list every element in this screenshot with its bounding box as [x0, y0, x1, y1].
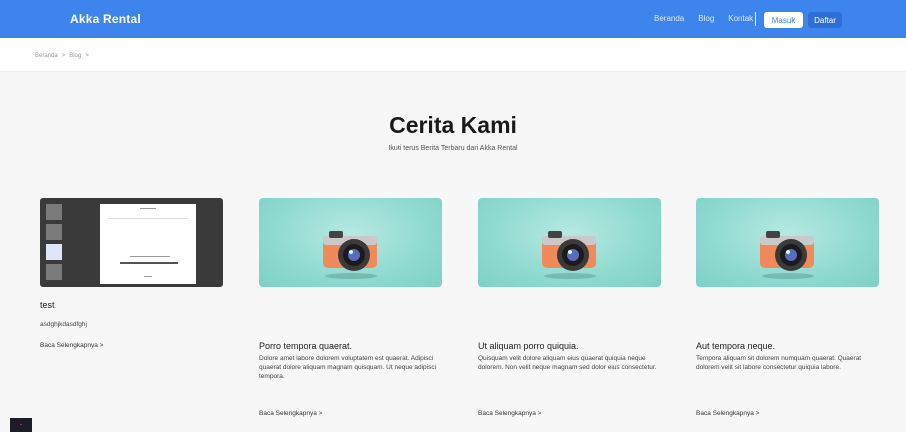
blog-card: Ut aliquam porro quiquia. Quisquam velit…	[478, 198, 661, 417]
register-button[interactable]: Daftar	[808, 12, 842, 28]
nav-link-kontak[interactable]: Kontak	[728, 14, 753, 23]
card-excerpt: Quisquam velit dolore aliquam eius quaer…	[478, 355, 657, 371]
card-title[interactable]: Ut aliquam porro quiquia.	[478, 341, 579, 351]
nav-links: Beranda Blog Kontak	[654, 14, 753, 23]
brand-logo[interactable]: Akka Rental	[70, 12, 141, 26]
card-excerpt: Tempora aliquam sit dolorem numquam quae…	[696, 355, 862, 371]
read-more-link[interactable]: Baca Selengkapnya >	[696, 410, 759, 417]
debug-badge[interactable]: ▪	[10, 418, 32, 432]
card-title[interactable]: Aut tempora neque.	[696, 341, 775, 351]
breadcrumb-home[interactable]: Beranda	[35, 53, 58, 59]
card-excerpt: Dolore amet labore dolorem voluptatem es…	[259, 355, 437, 380]
breadcrumb: Beranda > Blog >	[35, 53, 89, 59]
breadcrumb-separator: >	[61, 53, 66, 59]
blog-card: Porro tempora quaerat. Dolore amet labor…	[259, 198, 442, 417]
page-thumbnail	[46, 244, 62, 260]
blog-card: Aut tempora neque. Tempora aliquam sit d…	[696, 198, 879, 417]
camera-icon	[542, 231, 596, 271]
page-thumbnail	[46, 224, 62, 240]
page-subtitle: Ikuti terus Berita Terbaru dari Akka Ren…	[388, 145, 518, 152]
nav-link-beranda[interactable]: Beranda	[654, 14, 684, 23]
breadcrumb-separator: >	[85, 53, 89, 59]
card-excerpt: asdghjkdasdfghj	[40, 321, 87, 328]
page-thumbnail	[46, 264, 62, 280]
page-thumbnails	[46, 204, 62, 280]
read-more-link[interactable]: Baca Selengkapnya >	[40, 342, 103, 349]
read-more-link[interactable]: Baca Selengkapnya >	[478, 410, 541, 417]
login-button[interactable]: Masuk	[764, 12, 803, 28]
camera-icon	[323, 231, 377, 271]
camera-icon	[760, 231, 814, 271]
card-image[interactable]	[696, 198, 879, 287]
nav-link-blog[interactable]: Blog	[698, 14, 714, 23]
document-thumbnail[interactable]	[40, 198, 223, 287]
page-thumbnail	[46, 204, 62, 220]
blog-card: test asdghjkdasdfghj Baca Selengkapnya >	[40, 198, 223, 349]
card-image[interactable]	[478, 198, 661, 287]
page-title: Cerita Kami	[389, 112, 517, 138]
breadcrumb-bar: Beranda > Blog >	[0, 38, 906, 72]
card-image[interactable]	[259, 198, 442, 287]
document-page	[100, 204, 196, 284]
top-navbar: Akka Rental Beranda Blog Kontak Masuk Da…	[0, 0, 906, 38]
card-title[interactable]: test	[40, 300, 55, 310]
nav-divider	[755, 12, 756, 26]
breadcrumb-blog[interactable]: Blog	[69, 53, 81, 59]
read-more-link[interactable]: Baca Selengkapnya >	[259, 410, 322, 417]
card-title[interactable]: Porro tempora quaerat.	[259, 341, 352, 351]
